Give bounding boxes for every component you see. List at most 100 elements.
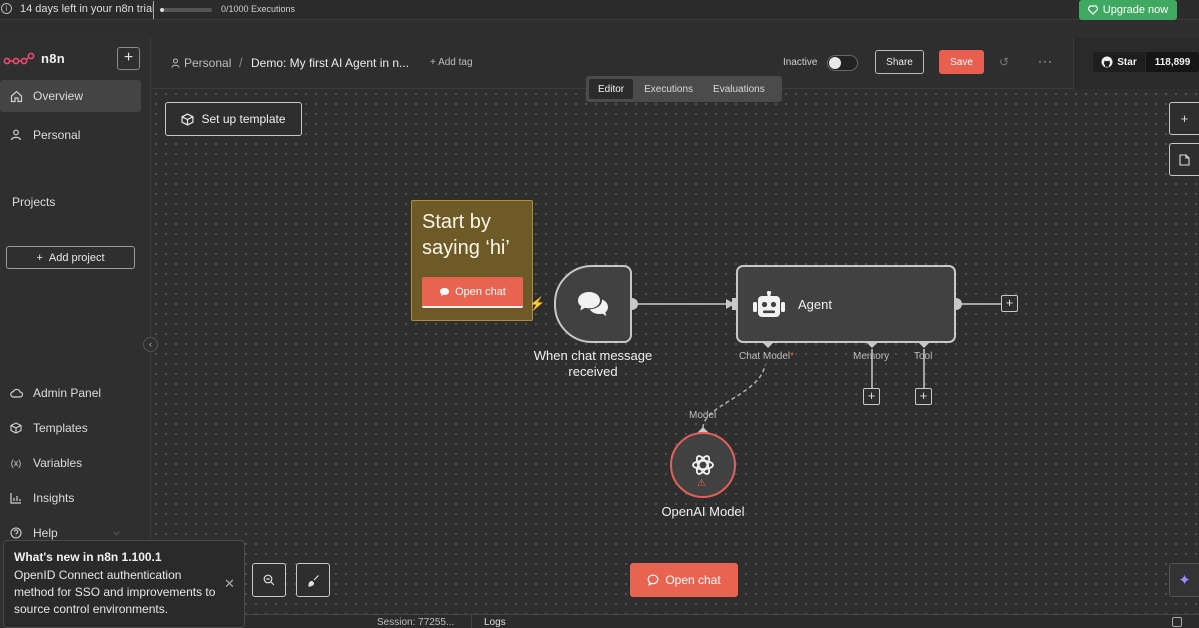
sidebar-item-label: Help [33, 526, 58, 540]
box-icon [9, 421, 23, 435]
logs-panel-bar[interactable]: Session: 77255... Logs [151, 614, 1199, 628]
add-tool-button[interactable]: + [915, 388, 932, 405]
chat-trigger-node-label: When chat message received [533, 348, 653, 379]
sidebar-item-admin-panel[interactable]: Admin Panel [0, 377, 141, 409]
share-button[interactable]: Share [875, 50, 924, 74]
openai-model-node-label: OpenAI Model [661, 504, 745, 519]
whats-new-toast[interactable]: What's new in n8n 1.100.1 OpenID Connect… [3, 540, 245, 628]
sticky-note[interactable]: Start by saying ‘hi’ Open chat [411, 200, 533, 321]
more-options-icon[interactable]: ··· [1038, 54, 1053, 68]
chat-model-input-label: Chat Model* [739, 351, 795, 362]
tool-input-label: Tool [914, 351, 933, 362]
save-button[interactable]: Save [939, 50, 984, 74]
n8n-app: i 14 days left in your n8n trial 0/1000 … [0, 0, 1199, 628]
sidebar-item-label: Personal [33, 128, 81, 142]
github-star-widget: Star 118,899 [1073, 38, 1199, 89]
trial-divider [153, 1, 154, 19]
logs-label[interactable]: Logs [484, 617, 506, 628]
upgrade-button[interactable]: Upgrade now [1079, 0, 1177, 20]
setup-template-button[interactable]: Set up template [165, 102, 302, 136]
brush-icon [307, 574, 319, 587]
ai-assistant-button[interactable]: ✦ [1169, 563, 1199, 597]
agent-node-label: Agent [798, 297, 832, 312]
open-chat-label: Open chat [665, 573, 721, 587]
sidebar-item-variables[interactable]: (x) Variables [0, 447, 141, 479]
workflow-status-label: Inactive [783, 57, 818, 68]
github-star-count[interactable]: 118,899 [1146, 52, 1199, 72]
workflow-canvas[interactable] [151, 89, 1199, 614]
fit-view-button[interactable] [252, 563, 286, 597]
chat-bubble-icon [440, 287, 450, 296]
sidebar-item-personal[interactable]: Personal [0, 119, 141, 151]
agent-node[interactable]: Agent [736, 265, 956, 343]
add-tag-button[interactable]: + Add tag [430, 57, 473, 68]
user-icon [171, 58, 180, 68]
github-icon [1101, 56, 1113, 68]
chevron-down-icon[interactable]: ⌵ [113, 527, 120, 538]
tab-evaluations[interactable]: Evaluations [704, 79, 774, 99]
zoom-out-icon [263, 574, 275, 586]
plus-icon: + [36, 251, 43, 264]
cloud-icon [9, 386, 23, 400]
box-icon [181, 112, 194, 126]
robot-icon [753, 291, 785, 317]
sidebar-item-label: Overview [33, 89, 84, 103]
collapse-sidebar-button[interactable]: ‹ [143, 337, 158, 352]
breadcrumb-separator: / [239, 55, 243, 70]
n8n-logo[interactable]: n8n [3, 51, 65, 66]
history-icon[interactable]: ↺ [999, 55, 1009, 69]
projects-heading: Projects [12, 195, 56, 209]
tidy-up-button[interactable] [296, 563, 330, 597]
sidebar-item-label: Insights [33, 491, 75, 505]
open-chat-button[interactable]: Open chat [630, 563, 738, 597]
info-icon: i [1, 3, 12, 14]
sidebar-item-label: Templates [33, 421, 88, 435]
n8n-logo-icon [3, 52, 35, 64]
warning-icon[interactable]: ⚠ [697, 478, 706, 489]
help-icon [9, 526, 23, 540]
add-project-button[interactable]: + Add project [6, 246, 135, 269]
add-sticky-button[interactable] [1169, 143, 1199, 176]
workflow-name[interactable]: Demo: My first AI Agent in n... [251, 56, 409, 70]
tab-editor[interactable]: Editor [589, 79, 634, 99]
executions-progress [160, 8, 212, 12]
sticky-note-title: Start by saying ‘hi’ [422, 211, 510, 259]
logs-divider [471, 615, 472, 628]
executions-progress-fill [160, 8, 165, 12]
sidebar-item-label: Admin Panel [33, 386, 102, 400]
add-node-button[interactable]: + [1169, 102, 1199, 135]
panel-toggle-icon[interactable] [1172, 617, 1182, 627]
gem-icon [1087, 5, 1098, 15]
active-toggle[interactable] [827, 55, 858, 71]
trigger-bolt-icon: ⚡ [529, 296, 546, 311]
memory-input-label: Memory [853, 351, 890, 362]
breadcrumb-personal-label: Personal [184, 56, 232, 70]
sticky-open-chat-label: Open chat [455, 285, 506, 298]
add-project-label: Add project [48, 251, 105, 264]
sticky-note-icon [1179, 153, 1190, 166]
add-next-node-button[interactable]: + [1001, 295, 1018, 312]
setup-template-label: Set up template [201, 112, 286, 126]
sidebar-item-insights[interactable]: Insights [0, 482, 141, 514]
add-memory-button[interactable]: + [863, 388, 880, 405]
model-output-label: Model [689, 410, 717, 421]
close-icon[interactable]: ✕ [224, 576, 235, 592]
whats-new-body: OpenID Connect authentication method for… [14, 568, 216, 616]
tab-executions[interactable]: Executions [635, 79, 702, 99]
github-star-label: Star [1117, 56, 1137, 68]
chat-trigger-node[interactable] [554, 265, 632, 343]
chat-bubbles-icon [578, 292, 608, 316]
sidebar-item-overview[interactable]: Overview [0, 80, 141, 112]
whats-new-title: What's new in n8n 1.100.1 [14, 550, 162, 564]
home-icon [9, 89, 23, 103]
github-star-button[interactable]: Star [1093, 52, 1145, 72]
chart-icon [9, 491, 23, 505]
sidebar-item-templates[interactable]: Templates [0, 412, 141, 444]
sticky-open-chat-button[interactable]: Open chat [422, 277, 523, 308]
sparkle-icon: ✦ [1178, 572, 1191, 589]
upgrade-label: Upgrade now [1102, 4, 1169, 16]
user-icon [9, 128, 23, 142]
breadcrumb-personal[interactable]: Personal [171, 56, 231, 70]
openai-icon [692, 455, 714, 475]
create-new-button[interactable]: + [117, 47, 140, 70]
